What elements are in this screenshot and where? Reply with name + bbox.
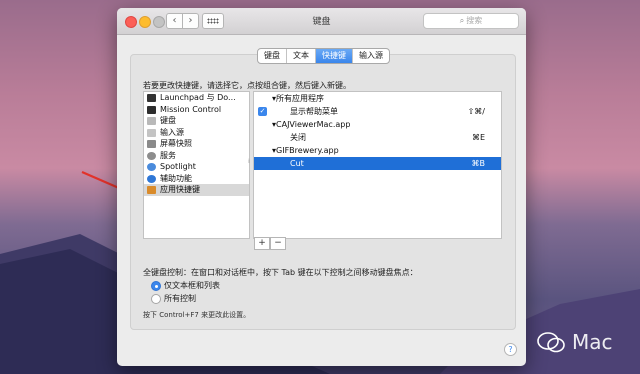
category-item-mission-control[interactable]: Mission Control [144,104,249,116]
titlebar: ‹ › 键盘 ⌕ 搜索 [117,8,526,35]
keyboard-preferences-window: ‹ › 键盘 ⌕ 搜索 键盘 文本 快捷键 输入源 若要更改快捷键，请选择它，点按… [117,8,526,366]
input-source-icon [147,128,156,137]
app-shortcuts-icon [147,186,156,194]
screenshot-icon [147,140,156,148]
tab-keyboard[interactable]: 键盘 [258,49,287,63]
tab-text[interactable]: 文本 [287,49,316,63]
category-item-keyboard[interactable]: 键盘 [144,115,249,127]
category-item-spotlight[interactable]: Spotlight [144,161,249,173]
category-item-accessibility[interactable]: 辅助功能 [144,173,249,185]
hint-text: 按下 Control+F7 来更改此设置。 [143,311,251,319]
shortcut-row-cut[interactable]: Cut ⌘B [254,157,501,170]
watermark-text: Mac [572,330,613,354]
search-icon: ⌕ [459,16,465,25]
keyboard-icon [147,117,156,125]
mission-control-icon [147,105,156,114]
add-remove-buttons: + − [254,237,286,250]
remove-button[interactable]: − [270,237,286,250]
shortcut-list[interactable]: ▾所有应用程序 ✓ 显示帮助菜单 ⇧⌘/ ▾CAJViewerMac.app 关… [253,91,502,239]
tab-bar: 键盘 文本 快捷键 输入源 [257,48,390,64]
search-field[interactable]: ⌕ 搜索 [423,13,519,29]
shortcut-row-close[interactable]: 关闭 ⌘E [254,131,501,144]
help-button[interactable]: ? [504,343,517,356]
instruction-text: 若要更改快捷键，请选择它，点按组合键，然后键入新键。 [143,81,351,90]
search-placeholder: 搜索 [466,16,483,25]
group-row-all-apps[interactable]: ▾所有应用程序 [254,92,501,105]
spotlight-icon [147,163,156,171]
shortcut-key[interactable]: ⇧⌘/ [468,105,485,118]
group-row-gifbrewery[interactable]: ▾GIFBrewery.app [254,144,501,157]
group-row-cajviewer[interactable]: ▾CAJViewerMac.app [254,118,501,131]
shortcut-row-show-help[interactable]: ✓ 显示帮助菜单 ⇧⌘/ [254,105,501,118]
accessibility-icon [147,174,156,183]
category-item-services[interactable]: 服务 [144,150,249,162]
split-handle[interactable]: ⁞ [248,158,250,165]
launchpad-icon [147,94,156,102]
category-item-app-shortcuts[interactable]: 应用快捷键 [144,184,249,196]
radio-button[interactable] [151,281,161,291]
shortcut-key[interactable]: ⌘B [472,157,486,170]
radio-button[interactable] [151,294,161,304]
tab-input-sources[interactable]: 输入源 [353,49,389,63]
gear-icon [147,151,156,160]
tab-shortcuts[interactable]: 快捷键 [316,49,353,63]
category-item-input-sources[interactable]: 输入源 [144,127,249,139]
wechat-icon [537,332,565,353]
category-item-screenshots[interactable]: 屏幕快照 [144,138,249,150]
shortcut-key[interactable]: ⌘E [472,131,485,144]
enabled-checkbox[interactable]: ✓ [258,107,267,116]
category-list[interactable]: Launchpad 与 Do... Mission Control 键盘 输入源… [143,91,250,239]
category-item-launchpad[interactable]: Launchpad 与 Do... [144,92,249,104]
keyboard-control-label: 全键盘控制：在窗口和对话框中，按下 Tab 键在以下控制之间移动键盘焦点： [143,268,418,277]
add-button[interactable]: + [254,237,270,250]
